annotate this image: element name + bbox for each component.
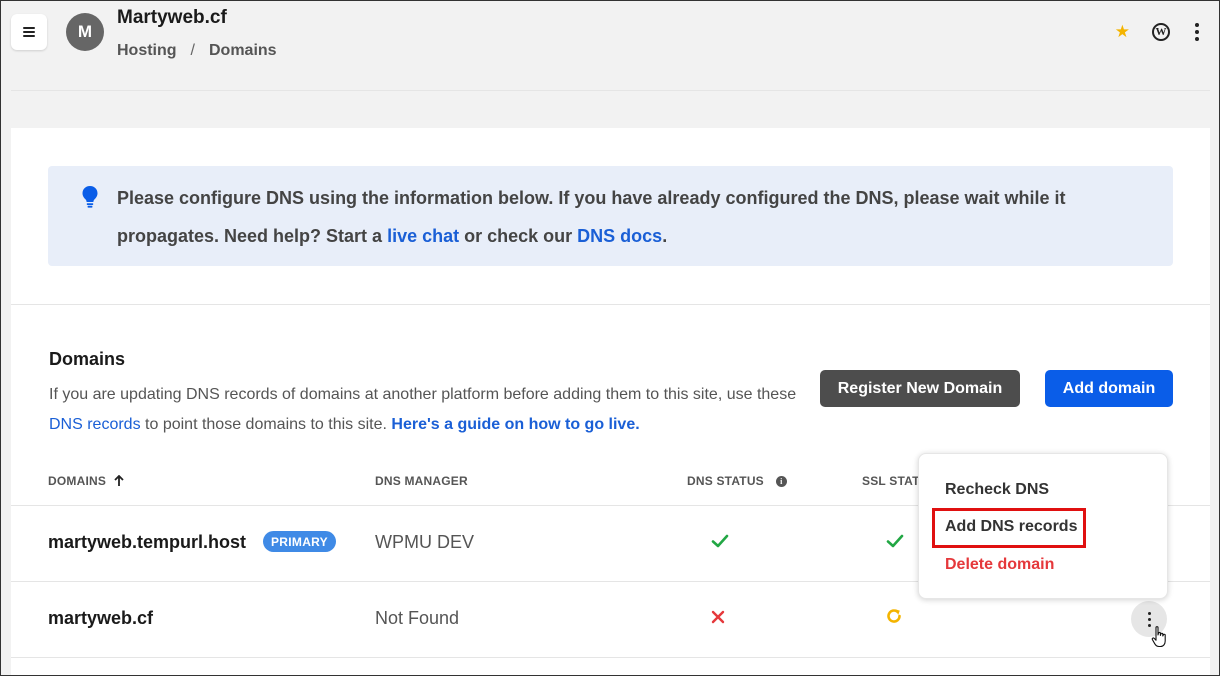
breadcrumb-separator: / [190, 42, 195, 59]
row-actions-dropdown: Recheck DNS Add DNS records Delete domai… [918, 453, 1168, 599]
domains-description: If you are updating DNS records of domai… [49, 380, 809, 440]
cross-icon [711, 610, 725, 624]
sort-arrow-up-icon[interactable] [114, 475, 124, 487]
notice-text-part: or check our [459, 226, 578, 246]
domains-card: Please configure DNS using the informati… [11, 128, 1210, 676]
live-chat-link[interactable]: live chat [387, 226, 459, 246]
domains-heading: Domains [49, 349, 126, 369]
notice-text: Please configure DNS using the informati… [117, 179, 1147, 255]
dns-docs-link[interactable]: DNS docs [577, 226, 662, 246]
sync-icon [887, 609, 901, 623]
top-bar: M Martyweb.cf Hosting / Domains ★ W [0, 0, 1220, 90]
star-icon[interactable]: ★ [1115, 22, 1130, 42]
column-header-ssl-status: SSL STAT [862, 474, 920, 488]
column-header-label: DNS MANAGER [375, 474, 468, 488]
section-divider [11, 304, 1210, 305]
header-actions: ★ W [1115, 22, 1202, 42]
check-icon [886, 534, 904, 548]
highlight-annotation-box [932, 508, 1086, 548]
domain-name: martyweb.cf [48, 608, 154, 628]
header-divider [11, 90, 1210, 91]
check-icon [711, 534, 729, 548]
bulb-icon [82, 186, 98, 208]
wordpress-icon[interactable]: W [1152, 23, 1170, 41]
hand-cursor-icon [1151, 626, 1166, 648]
column-header-label: SSL STAT [862, 474, 920, 488]
dns-manager-value: WPMU DEV [375, 532, 474, 552]
breadcrumb-domains: Domains [209, 42, 277, 59]
column-header-label: DOMAINS [48, 474, 107, 488]
column-header-dns-manager: DNS MANAGER [375, 474, 468, 488]
site-avatar: M [66, 13, 104, 51]
row-divider [11, 657, 1210, 658]
desc-text-part: to point those domains to this site. [140, 416, 392, 433]
recheck-dns-menu-item[interactable]: Recheck DNS [945, 481, 1049, 499]
breadcrumb: Hosting / Domains [117, 42, 277, 60]
register-new-domain-button[interactable]: Register New Domain [820, 370, 1020, 407]
domain-name: martyweb.tempurl.host [48, 532, 247, 552]
desc-text-part: If you are updating DNS records of domai… [49, 386, 797, 403]
menu-button[interactable] [11, 14, 47, 50]
breadcrumb-hosting[interactable]: Hosting [117, 42, 177, 60]
dns-manager-value: Not Found [375, 608, 460, 628]
primary-badge: PRIMARY [263, 531, 336, 552]
more-options-icon[interactable] [1192, 23, 1202, 41]
add-domain-button[interactable]: Add domain [1045, 370, 1173, 407]
hamburger-icon [23, 27, 35, 37]
dns-records-link[interactable]: DNS records [49, 416, 141, 433]
column-header-dns-status: DNS STATUS i [687, 474, 787, 488]
column-header-label: DNS STATUS [687, 474, 764, 488]
go-live-guide-link[interactable]: Here's a guide on how to go live. [391, 416, 639, 433]
delete-domain-menu-item[interactable]: Delete domain [945, 556, 1054, 574]
info-icon[interactable]: i [775, 475, 787, 487]
site-title: Martyweb.cf [117, 7, 227, 28]
notice-text-part: . [662, 226, 668, 246]
column-header-domains[interactable]: DOMAINS [48, 474, 124, 488]
dns-notice: Please configure DNS using the informati… [48, 166, 1173, 266]
